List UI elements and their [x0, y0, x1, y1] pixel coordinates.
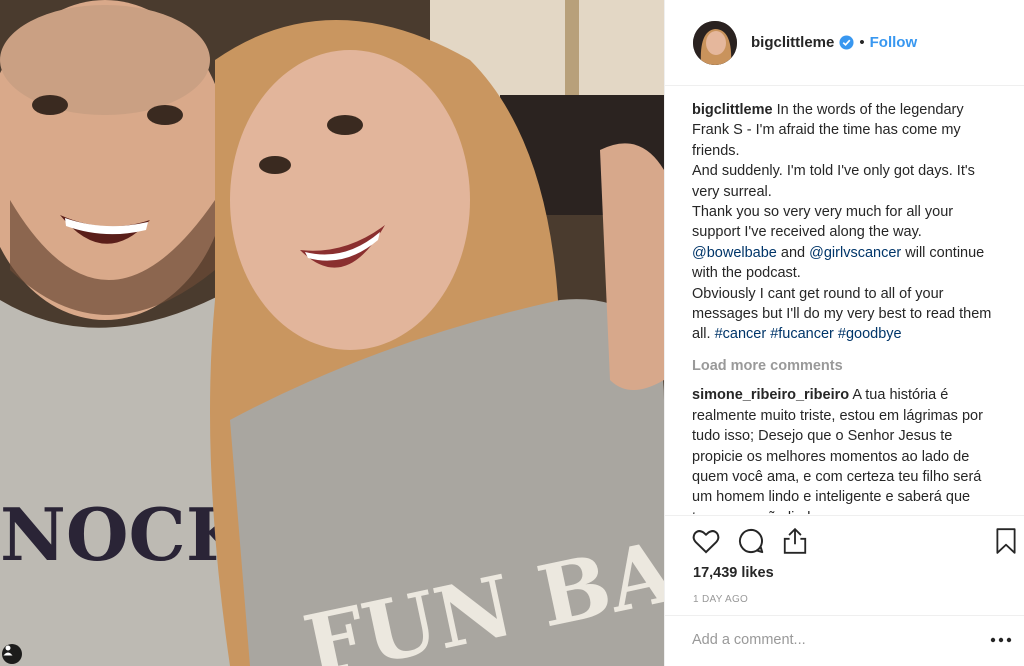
- post-photo[interactable]: NOCK R FUN BAG: [0, 0, 664, 666]
- load-more-comments-button[interactable]: Load more comments: [692, 356, 992, 376]
- mention-girlvscancer[interactable]: @girlvscancer: [809, 245, 901, 261]
- comment-item: simone_ribeiro_ribeiro A tua história é …: [692, 385, 992, 514]
- add-comment-input[interactable]: [692, 632, 972, 648]
- heart-icon[interactable]: [691, 526, 721, 556]
- caption-username[interactable]: bigclittleme: [692, 102, 773, 118]
- mention-bowelbabe[interactable]: @bowelbabe: [692, 245, 777, 261]
- more-options-icon[interactable]: [989, 634, 1013, 646]
- hashtag-goodbye[interactable]: #goodbye: [838, 326, 902, 342]
- user-tag-icon[interactable]: [2, 644, 22, 664]
- action-bar: [665, 515, 1024, 565]
- likes-count[interactable]: 17,439 likes: [693, 565, 774, 581]
- comment-bubble-icon[interactable]: [736, 526, 766, 556]
- hashtag-cancer[interactable]: #cancer: [715, 326, 767, 342]
- avatar[interactable]: [693, 20, 737, 65]
- comments-list[interactable]: bigclittleme In the words of the legenda…: [692, 100, 992, 514]
- caption-line-2: And suddenly. I'm told I've only got day…: [692, 163, 975, 200]
- post-timestamp[interactable]: 1 DAY AGO: [693, 594, 748, 605]
- comment-username[interactable]: simone_ribeiro_ribeiro: [692, 387, 849, 403]
- header-separator: •: [859, 34, 865, 51]
- photo-illustration: NOCK R FUN BAG: [0, 0, 664, 666]
- post-header: bigclittleme • Follow: [665, 0, 1024, 86]
- caption-line-4: @bowelbabe and @girlvscancer will contin…: [692, 243, 992, 284]
- caption: bigclittleme In the words of the legenda…: [692, 100, 992, 345]
- header-username[interactable]: bigclittleme: [751, 34, 834, 51]
- follow-button[interactable]: Follow: [870, 34, 918, 51]
- comment-text: A tua história é realmente muito triste,…: [692, 387, 983, 514]
- share-icon[interactable]: [780, 526, 810, 556]
- post-side-panel: bigclittleme • Follow bigclittleme In th…: [664, 0, 1024, 666]
- caption-line-3: Thank you so very very much for all your…: [692, 204, 954, 241]
- caption-line-5: Obviously I cant get round to all of you…: [692, 284, 992, 345]
- hashtag-fucancer[interactable]: #fucancer: [770, 326, 834, 342]
- verified-badge-icon: [839, 35, 854, 50]
- bookmark-icon[interactable]: [991, 526, 1021, 556]
- mention-joiner: and: [780, 244, 806, 261]
- add-comment-bar: [665, 615, 1024, 666]
